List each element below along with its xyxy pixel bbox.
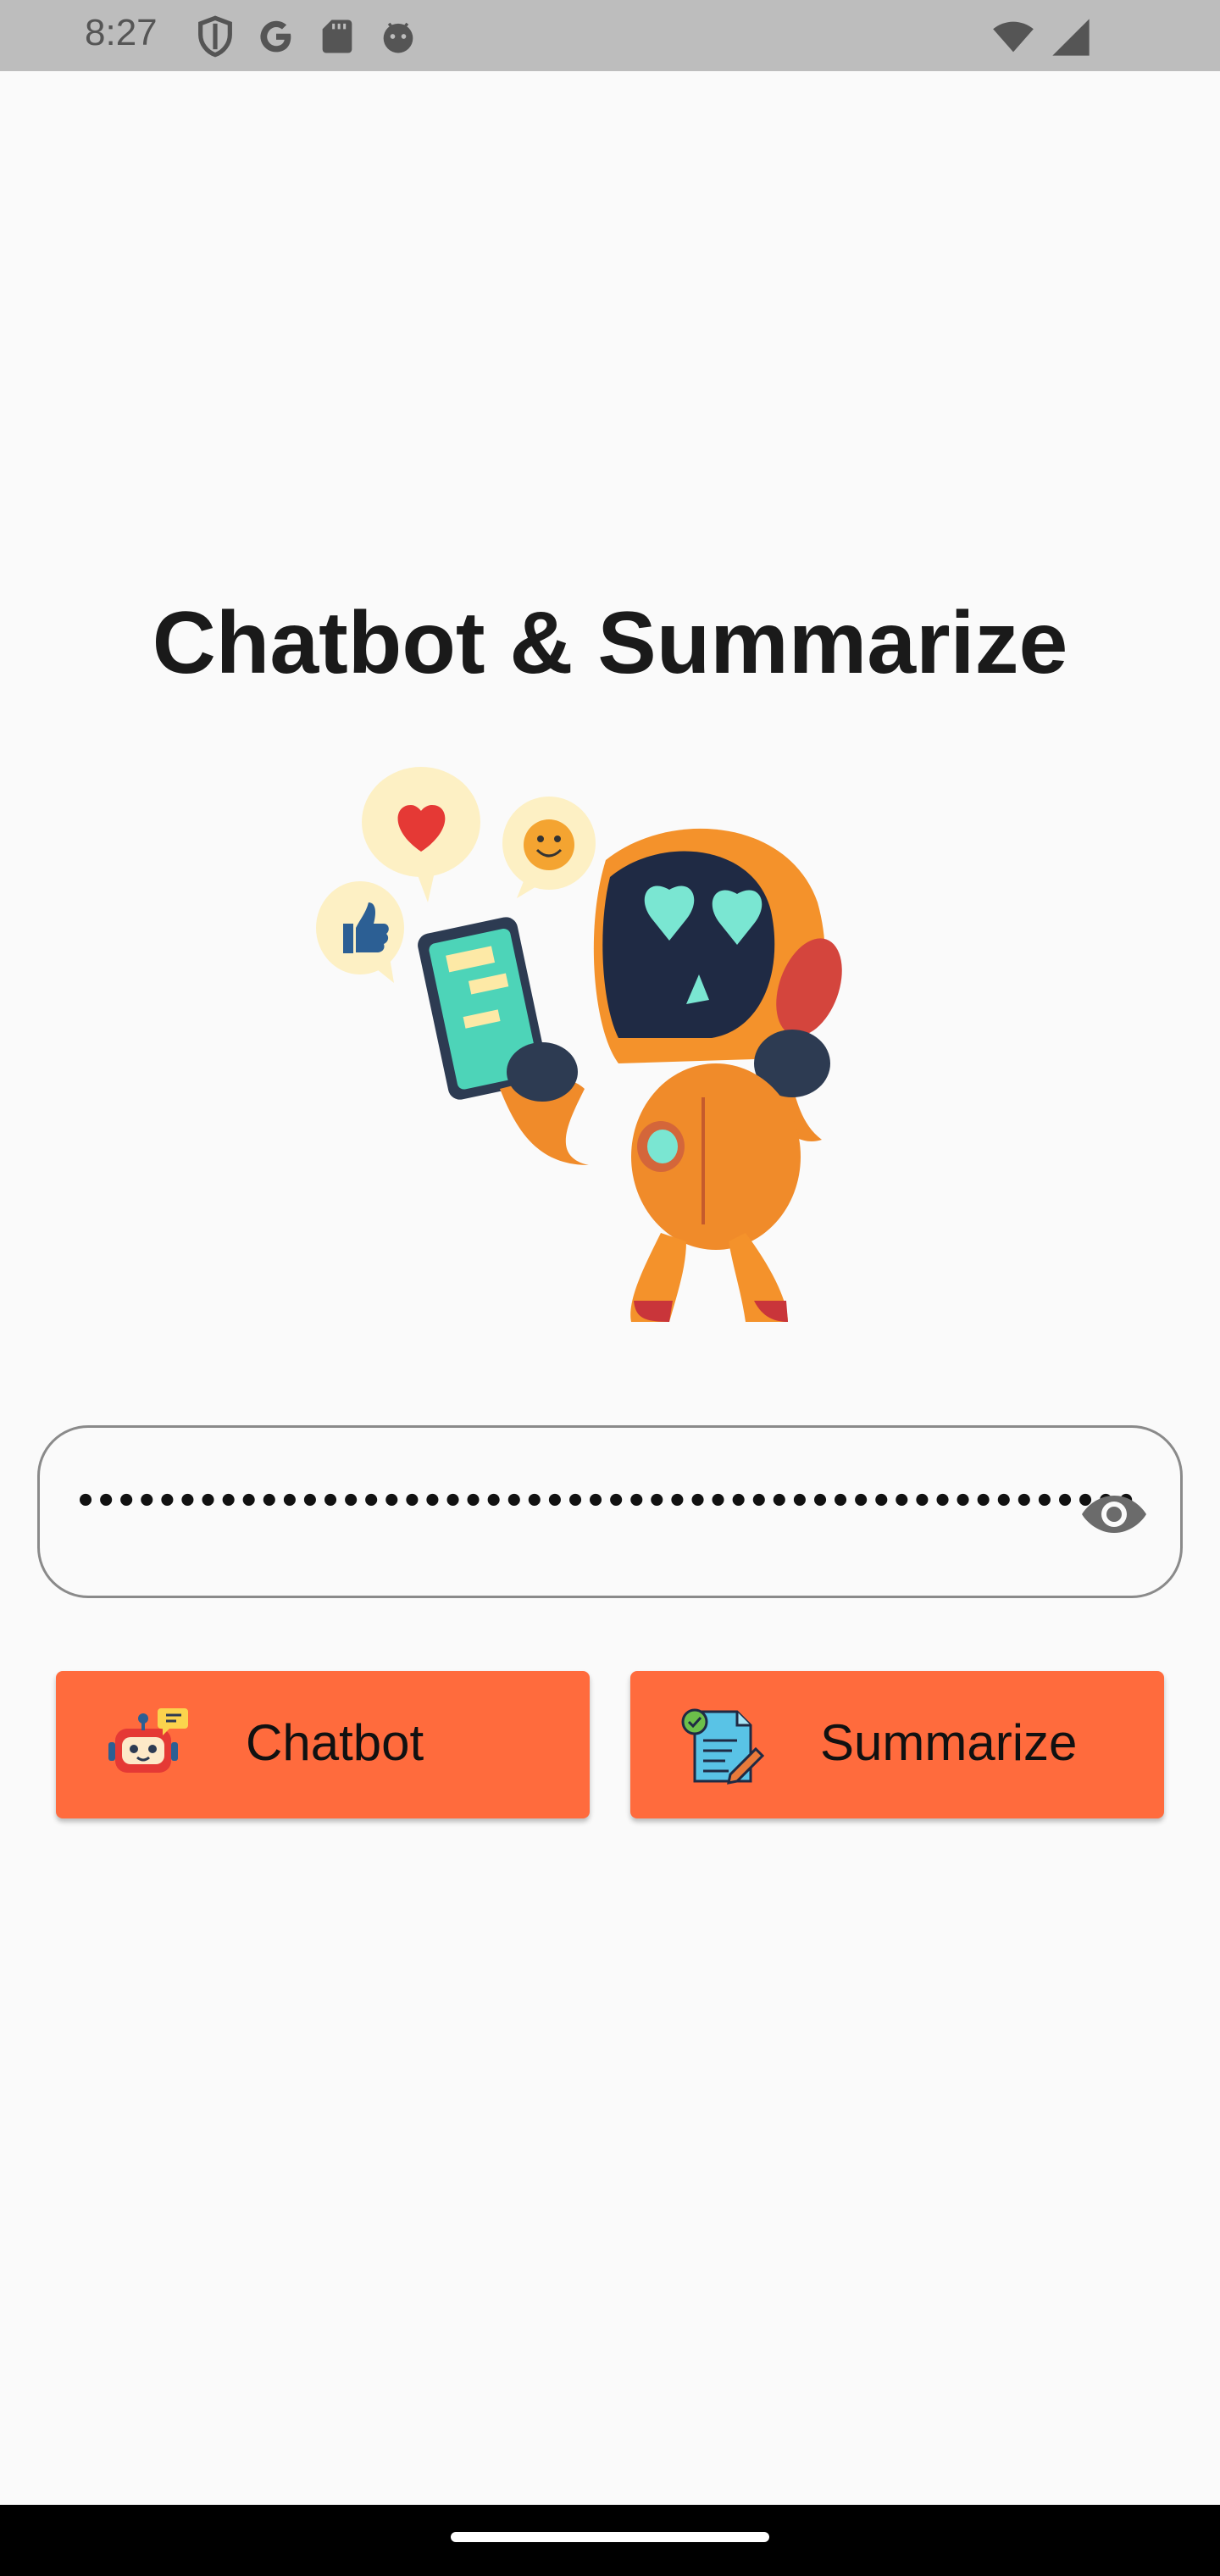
summarize-button-label: Summarize (820, 1714, 1078, 1771)
heart-bubble (362, 767, 480, 902)
smiley-bubble (502, 797, 596, 898)
robot-illustration (316, 767, 842, 1322)
wifi-icon (993, 21, 1034, 53)
sd-card-icon (322, 19, 352, 53)
status-time: 8:27 (85, 12, 158, 53)
page-title: Chatbot & Summarize (152, 594, 1068, 692)
robot-head (593, 828, 842, 1063)
android-debug-icon (383, 22, 413, 53)
api-key-value[interactable]: ••••••••••••••••••••••••••••••••••••••••… (75, 1482, 1136, 1521)
shield-icon (198, 15, 232, 58)
status-icons-right (991, 15, 1093, 59)
chatbot-button-label: Chatbot (246, 1714, 424, 1771)
status-icons-left (193, 15, 420, 58)
home-gesture-handle[interactable] (451, 2532, 769, 2542)
google-icon (260, 20, 291, 53)
api-key-field[interactable]: ••••••••••••••••••••••••••••••••••••••••… (37, 1425, 1183, 1598)
robot-body (631, 1063, 801, 1250)
summarize-button[interactable]: Summarize (630, 1671, 1164, 1818)
thumbs-up-bubble (316, 881, 404, 983)
chatbot-robot-icon (108, 1708, 188, 1773)
eye-icon[interactable] (1080, 1487, 1148, 1541)
signal-icon (1052, 19, 1090, 56)
chatbot-button[interactable]: Chatbot (56, 1671, 590, 1818)
summarize-document-icon (681, 1708, 764, 1785)
navigation-bar (0, 2505, 1220, 2576)
status-bar: 8:27 (0, 0, 1220, 71)
